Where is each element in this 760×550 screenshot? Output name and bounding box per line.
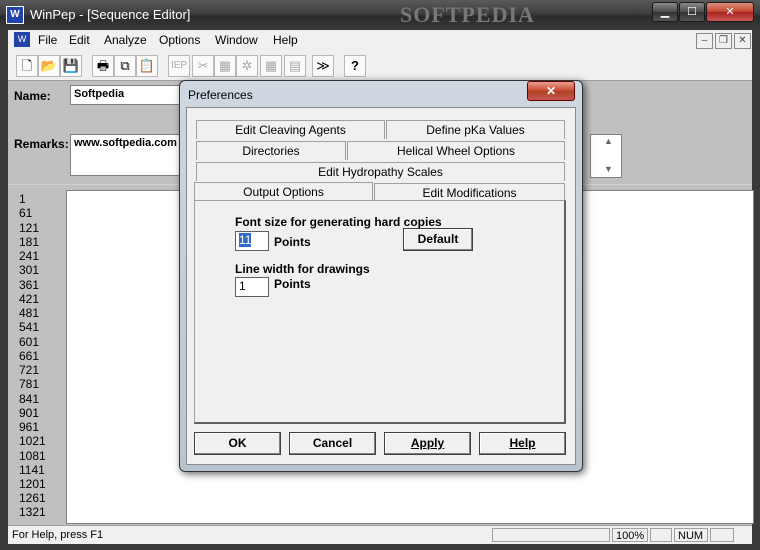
wheel-icon[interactable]: ✲ xyxy=(236,55,258,77)
tab-define-pka-values[interactable]: Define pKa Values xyxy=(386,120,565,139)
name-field[interactable]: Softpedia xyxy=(70,85,190,105)
copy-icon[interactable]: ⧉ xyxy=(114,55,136,77)
close-button[interactable]: ✕ xyxy=(706,2,754,22)
menu-edit[interactable]: Edit xyxy=(69,33,90,47)
line-number: 121 xyxy=(19,221,40,235)
save-icon[interactable]: 💾 xyxy=(60,55,82,77)
remarks-label: Remarks: xyxy=(14,137,69,151)
line-number: 661 xyxy=(19,349,40,363)
line-number: 781 xyxy=(19,377,40,391)
status-panel-scrl xyxy=(710,528,734,542)
default-button[interactable]: Default xyxy=(403,228,473,251)
line-number: 541 xyxy=(19,320,40,334)
line-number: 601 xyxy=(19,335,40,349)
hydropathy-icon[interactable]: ▤ xyxy=(284,55,306,77)
line-number: 421 xyxy=(19,292,40,306)
font-size-unit: Points xyxy=(274,235,311,249)
mdi-restore-button[interactable]: ❐ xyxy=(715,33,732,49)
line-width-input[interactable]: 1 xyxy=(235,277,269,297)
line-number: 1201 xyxy=(19,477,46,491)
line-number: 61 xyxy=(19,206,33,220)
line-number: 841 xyxy=(19,392,40,406)
line-number: 721 xyxy=(19,363,40,377)
app-icon[interactable]: W xyxy=(6,6,24,24)
cancel-button[interactable]: Cancel xyxy=(289,432,376,455)
watermark: SOFTPEDIA xyxy=(400,2,535,27)
line-number: 481 xyxy=(19,306,40,320)
tab-edit-cleaving-agents[interactable]: Edit Cleaving Agents xyxy=(196,120,385,139)
line-number: 1321 xyxy=(19,505,46,519)
dialog-close-button[interactable]: ✕ xyxy=(527,81,575,101)
status-zoom: 100% xyxy=(612,528,648,542)
help-button[interactable]: Help xyxy=(479,432,566,455)
ok-button[interactable]: OK xyxy=(194,432,281,455)
font-size-input[interactable]: 11 xyxy=(235,231,269,251)
status-panel-caps xyxy=(650,528,672,542)
line-number: 181 xyxy=(19,235,40,249)
open-icon[interactable]: 📂 xyxy=(38,55,60,77)
tab-directories[interactable]: Directories xyxy=(196,141,346,160)
status-num: NUM xyxy=(674,528,708,542)
plot-icon[interactable]: ▦ xyxy=(260,55,282,77)
iep-icon[interactable]: IEP xyxy=(168,55,190,77)
line-number: 1081 xyxy=(19,449,46,463)
help-icon[interactable]: ? xyxy=(344,55,366,77)
print-icon[interactable]: 🖶 xyxy=(92,55,114,77)
line-number: 961 xyxy=(19,420,40,434)
remarks-field[interactable]: www.softpedia.com xyxy=(70,134,190,176)
line-width-unit: Points xyxy=(274,277,311,291)
line-number: 1 xyxy=(19,192,26,206)
line-number: 1021 xyxy=(19,434,46,448)
chart-icon[interactable]: ▦ xyxy=(214,55,236,77)
tab-edit-hydropathy-scales[interactable]: Edit Hydropathy Scales xyxy=(196,162,565,181)
window-title: WinPep - [Sequence Editor] xyxy=(30,7,191,22)
font-size-label: Font size for generating hard copies xyxy=(235,215,442,229)
menu-options[interactable]: Options xyxy=(159,33,200,47)
tab-helical-wheel-options[interactable]: Helical Wheel Options xyxy=(347,141,565,160)
minimize-button[interactable]: ▁ xyxy=(652,2,678,22)
menu-file[interactable]: File xyxy=(38,33,57,47)
menu-help[interactable]: Help xyxy=(273,33,298,47)
line-number: 301 xyxy=(19,263,40,277)
paste-icon[interactable]: 📋 xyxy=(136,55,158,77)
scroll-up-icon[interactable]: ▲ xyxy=(604,136,613,146)
menu-analyze[interactable]: Analyze xyxy=(104,33,147,47)
line-number: 241 xyxy=(19,249,40,263)
line-number: 361 xyxy=(19,278,40,292)
cut-icon[interactable]: ✂ xyxy=(192,55,214,77)
dialog-title: Preferences xyxy=(188,88,253,102)
mdi-close-button[interactable]: ✕ xyxy=(734,33,751,49)
status-help-text: For Help, press F1 xyxy=(12,529,104,541)
name-label: Name: xyxy=(14,89,51,103)
scroll-down-icon[interactable]: ▼ xyxy=(604,164,613,174)
line-width-label: Line width for drawings xyxy=(235,262,370,276)
document-icon[interactable]: W xyxy=(14,32,30,47)
line-numbers: 1 61 121 181 241 301 361 421 481 541 601… xyxy=(14,190,64,520)
line-number: 1261 xyxy=(19,491,46,505)
font-size-value: 11 xyxy=(239,233,252,247)
apply-button[interactable]: Apply xyxy=(384,432,471,455)
new-icon[interactable]: 🗋 xyxy=(16,55,38,77)
menu-window[interactable]: Window xyxy=(215,33,258,47)
line-number: 901 xyxy=(19,406,40,420)
mdi-minimize-button[interactable]: – xyxy=(696,33,713,49)
maximize-button[interactable]: ☐ xyxy=(679,2,705,22)
line-number: 1141 xyxy=(19,463,45,477)
status-panel-empty xyxy=(492,528,610,542)
next-icon[interactable]: ≫ xyxy=(312,55,334,77)
